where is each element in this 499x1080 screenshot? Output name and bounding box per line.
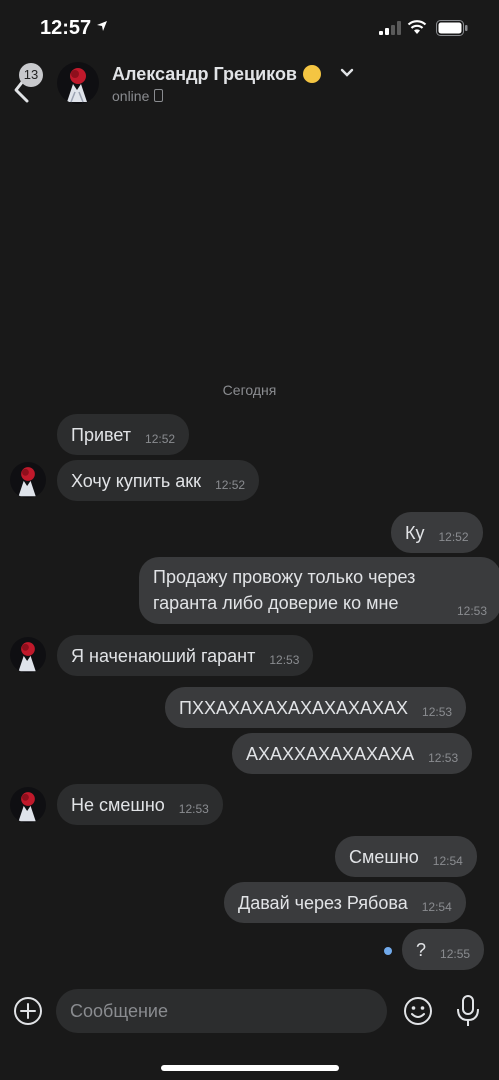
smile-icon[interactable] <box>403 996 433 1026</box>
message-text: Смешно <box>349 846 419 867</box>
message-bubble-out[interactable]: ? 12:55 <box>402 929 485 970</box>
cellular-signal-icon <box>379 21 401 35</box>
sender-avatar[interactable] <box>10 637 46 673</box>
rose-skeleton-avatar-icon <box>10 462 46 498</box>
message-bubble-in[interactable]: Хочу купить акк 12:52 <box>57 460 260 501</box>
date-separator: Сегодня <box>222 382 277 398</box>
emoji-icon <box>303 65 322 83</box>
message-bubble-in[interactable]: Не смешно 12:53 <box>57 784 223 825</box>
chevron-down-icon[interactable] <box>340 68 354 78</box>
message-time: 12:54 <box>432 853 463 868</box>
add-icon[interactable] <box>13 996 43 1026</box>
wifi-icon <box>407 20 427 34</box>
contact-name-text: Александр Грециков <box>112 64 298 84</box>
location-arrow-icon <box>97 21 107 31</box>
message-text: Продажу провожу только через гаранта либ… <box>153 564 443 616</box>
message-bubble-out[interactable]: Смешно 12:54 <box>335 836 477 877</box>
presence-status: online <box>112 88 164 104</box>
message-time: 12:52 <box>215 477 246 492</box>
status-time: 12:57 <box>40 17 92 39</box>
message-time: 12:53 <box>428 750 459 765</box>
composer-bar <box>0 985 499 1037</box>
home-indicator[interactable] <box>161 1065 339 1071</box>
message-text: Привет <box>71 424 132 445</box>
sender-avatar[interactable] <box>10 462 46 498</box>
phone-icon <box>154 89 164 102</box>
message-input[interactable] <box>56 989 387 1033</box>
message-time: 12:54 <box>421 899 452 914</box>
message-line: гаранта либо доверие ко мне <box>153 593 399 613</box>
message-time: 12:52 <box>145 431 176 446</box>
message-time: 12:55 <box>440 946 471 961</box>
contact-avatar[interactable] <box>57 62 99 104</box>
message-text: АХАХХАХАХАХАХА <box>246 743 415 764</box>
message-bubble-out[interactable]: Продажу провожу только через гаранта либ… <box>139 557 499 624</box>
message-text: ПХХАХАХАХАХАХАХАХАХ <box>179 697 409 718</box>
message-text: Хочу купить акк <box>71 470 202 491</box>
message-time: 12:53 <box>269 652 300 667</box>
message-line: Продажу провожу только через <box>153 567 416 587</box>
message-time: 12:53 <box>457 604 488 618</box>
presence-text: online <box>112 88 150 104</box>
message-bubble-out[interactable]: Давай через Рябова 12:54 <box>224 882 466 923</box>
message-bubble-in[interactable]: Я наченаюший гарант 12:53 <box>57 635 314 676</box>
rose-skeleton-avatar-icon <box>57 62 99 104</box>
message-text: Не смешно <box>71 794 165 815</box>
message-bubble-in[interactable]: Привет 12:52 <box>57 414 190 455</box>
unread-count-badge[interactable]: 13 <box>19 63 43 87</box>
message-bubble-out[interactable]: Ку 12:52 <box>391 512 483 553</box>
message-text: ? <box>416 939 427 960</box>
sender-avatar[interactable] <box>10 787 46 823</box>
microphone-icon[interactable] <box>455 994 481 1028</box>
message-bubble-out[interactable]: АХАХХАХАХАХАХА 12:53 <box>232 733 473 774</box>
message-time: 12:53 <box>422 704 453 719</box>
rose-skeleton-avatar-icon <box>10 787 46 823</box>
message-text: Давай через Рябова <box>238 892 408 913</box>
message-text: Ку <box>405 522 425 543</box>
message-time: 12:53 <box>178 801 209 816</box>
message-time: 12:52 <box>438 529 469 544</box>
status-bar: 12:57 <box>0 0 499 56</box>
unread-indicator <box>384 947 392 955</box>
chat-header: 13 Александр Грециков online <box>0 56 499 114</box>
message-text: Я наченаюший гарант <box>71 645 256 666</box>
rose-skeleton-avatar-icon <box>10 637 46 673</box>
contact-name[interactable]: Александр Грециков <box>112 64 322 85</box>
message-bubble-out[interactable]: ПХХАХАХАХАХАХАХАХАХ 12:53 <box>165 687 467 728</box>
battery-icon <box>436 20 468 36</box>
